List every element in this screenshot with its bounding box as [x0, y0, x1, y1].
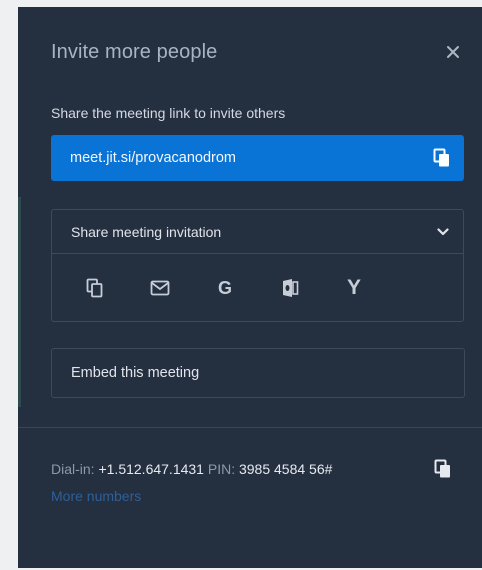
copy-icon [433, 148, 449, 167]
embed-meeting-button[interactable]: Embed this meeting [51, 348, 465, 398]
mail-icon [150, 280, 170, 296]
yahoo-icon: Y [346, 276, 361, 299]
dial-in-label: Dial-in: [51, 461, 95, 477]
close-button[interactable] [438, 37, 468, 67]
outlook-icon [283, 279, 299, 297]
share-invitation-header[interactable]: Share meeting invitation [52, 210, 463, 254]
share-invitation-label: Share meeting invitation [71, 223, 222, 240]
more-numbers-link[interactable]: More numbers [51, 488, 141, 504]
share-options-row: G Y [52, 254, 463, 322]
section-divider [18, 427, 482, 428]
dialog-title: Invite more people [51, 41, 218, 63]
copy-dial-in-button[interactable] [432, 458, 454, 480]
dial-in-number: +1.512.647.1431 [98, 461, 204, 477]
meeting-link-text: meet.jit.si/provacanodrom [70, 150, 237, 166]
share-link-label: Share the meeting link to invite others [51, 105, 286, 121]
email-share-button[interactable] [146, 274, 174, 302]
google-icon: G [217, 277, 232, 298]
meeting-link-field[interactable]: meet.jit.si/provacanodrom [51, 135, 464, 181]
copy-invitation-button[interactable] [81, 274, 109, 302]
chevron-down-icon [435, 224, 451, 240]
copy-icon [434, 459, 450, 478]
dialog-edge-accent [18, 197, 21, 407]
copy-link-button[interactable] [431, 147, 453, 169]
copy-icon [86, 278, 103, 298]
invite-dialog: Invite more people Share the meeting lin… [18, 7, 482, 568]
gmail-share-button[interactable]: G [211, 274, 239, 302]
dial-in-info: Dial-in: +1.512.647.1431 PIN: 3985 4584 … [51, 461, 332, 477]
yahoo-share-button[interactable]: Y [340, 274, 368, 302]
close-icon [447, 46, 459, 58]
embed-meeting-label: Embed this meeting [71, 365, 200, 381]
pin-label: PIN: [207, 461, 236, 477]
pin-value: 3985 4584 56# [238, 461, 333, 477]
outlook-share-button[interactable] [276, 274, 304, 302]
share-invitation-panel: Share meeting invitation G Y [51, 209, 464, 322]
